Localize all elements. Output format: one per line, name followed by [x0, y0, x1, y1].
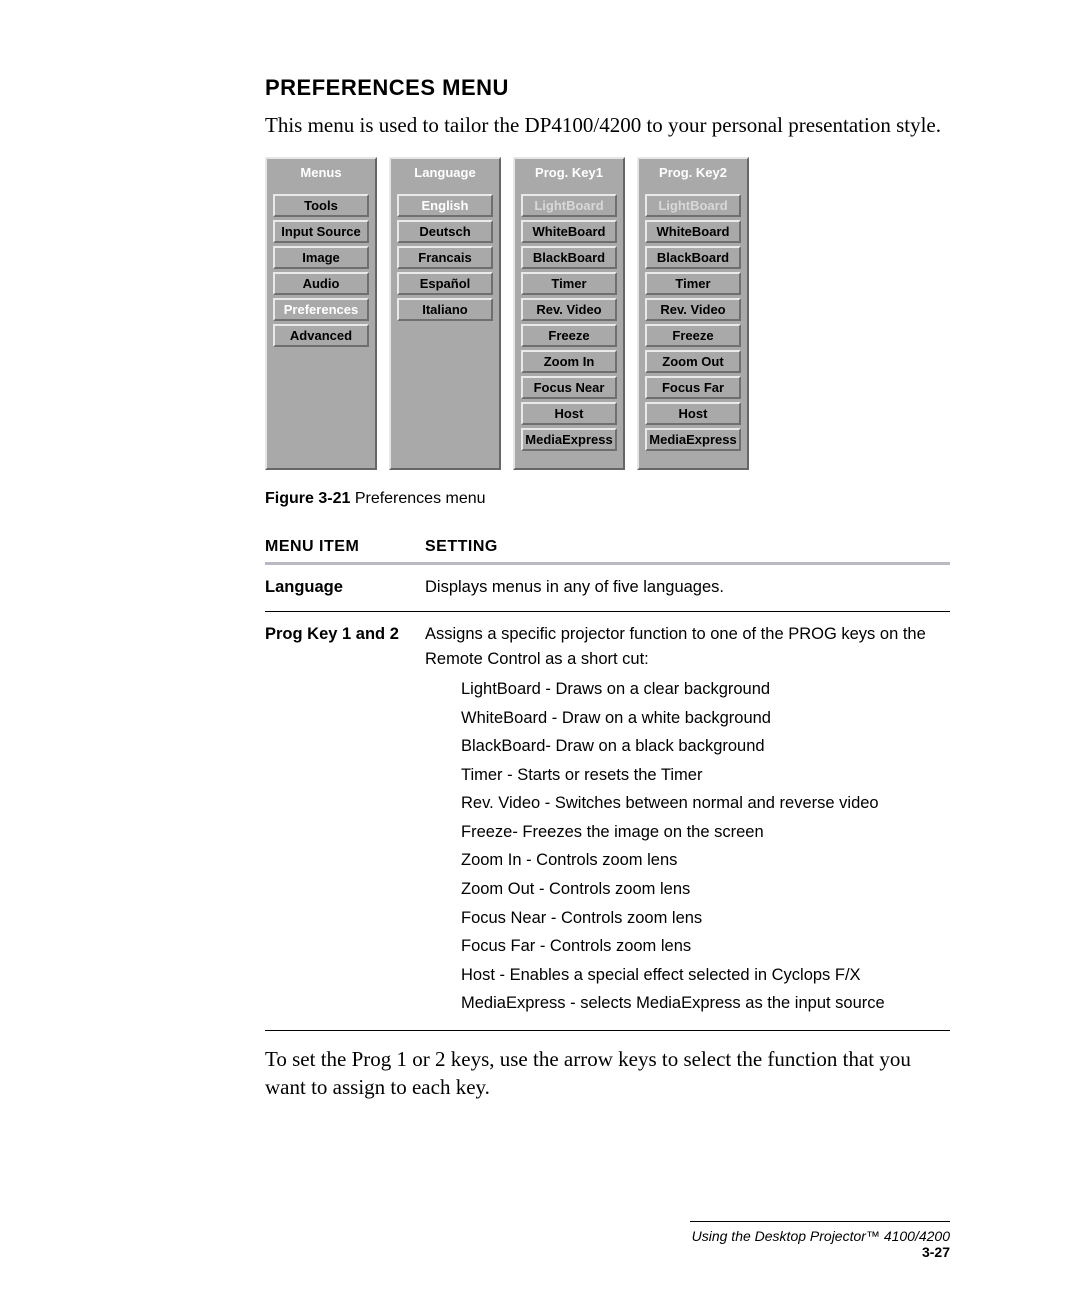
row-item-label: Prog Key 1 and 2 [265, 611, 425, 1030]
menu-column-language: Language English Deutsch Francais Españo… [389, 157, 501, 470]
table-row: Language Displays menus in any of five l… [265, 564, 950, 612]
row-setting: Displays menus in any of five languages. [425, 564, 950, 612]
figure-caption: Figure 3-21 Preferences menu [265, 490, 950, 508]
footer-title: Using the Desktop Projector™ 4100/4200 [692, 1228, 950, 1244]
section-heading: PREFERENCES MENU [265, 75, 950, 101]
menu-item[interactable]: Timer [521, 272, 617, 295]
intro-paragraph: This menu is used to tailor the DP4100/4… [265, 111, 950, 139]
menu-item[interactable]: Audio [273, 272, 369, 295]
menu-item[interactable]: Español [397, 272, 493, 295]
menu-item[interactable]: Freeze [645, 324, 741, 347]
table-row: Prog Key 1 and 2 Assigns a specific proj… [265, 611, 950, 1030]
menu-item[interactable]: Rev. Video [645, 298, 741, 321]
row-setting-lead: Assigns a specific projector function to… [425, 625, 926, 669]
menu-item[interactable]: Timer [645, 272, 741, 295]
menu-item[interactable]: Image [273, 246, 369, 269]
list-item: Zoom Out - Controls zoom lens [461, 877, 950, 903]
list-item: Rev. Video - Switches between normal and… [461, 791, 950, 817]
menu-column-prog-key1: Prog. Key1 LightBoard WhiteBoard BlackBo… [513, 157, 625, 470]
table-header-setting: SETTING [425, 538, 950, 564]
menu-column-prog-key2: Prog. Key2 LightBoard WhiteBoard BlackBo… [637, 157, 749, 470]
menu-item[interactable]: MediaExpress [645, 428, 741, 451]
menu-item[interactable]: Focus Near [521, 376, 617, 399]
menu-item[interactable]: Zoom Out [645, 350, 741, 373]
menu-item[interactable]: Zoom In [521, 350, 617, 373]
menu-item-selected[interactable]: LightBoard [521, 194, 617, 217]
menu-item-selected[interactable]: English [397, 194, 493, 217]
menu-item-selected[interactable]: Preferences [273, 298, 369, 321]
menu-item[interactable]: Tools [273, 194, 369, 217]
list-item: LightBoard - Draws on a clear background [461, 677, 950, 703]
menu-item[interactable]: Host [645, 402, 741, 425]
menu-item[interactable]: Host [521, 402, 617, 425]
menu-item[interactable]: Focus Far [645, 376, 741, 399]
list-item: Timer - Starts or resets the Timer [461, 763, 950, 789]
footer-page-number: 3-27 [922, 1244, 950, 1260]
menu-item[interactable]: Rev. Video [521, 298, 617, 321]
list-item: BlackBoard- Draw on a black background [461, 734, 950, 760]
list-item: MediaExpress - selects MediaExpress as t… [461, 991, 950, 1017]
menu-header: Prog. Key1 [518, 162, 620, 185]
menu-item[interactable]: Freeze [521, 324, 617, 347]
menu-item[interactable]: WhiteBoard [521, 220, 617, 243]
list-item: Focus Far - Controls zoom lens [461, 934, 950, 960]
menu-item[interactable]: Advanced [273, 324, 369, 347]
menu-item-selected[interactable]: LightBoard [645, 194, 741, 217]
menu-item[interactable]: Input Source [273, 220, 369, 243]
list-item: Host - Enables a special effect selected… [461, 963, 950, 989]
page-footer: Using the Desktop Projector™ 4100/4200 3… [265, 1221, 950, 1260]
list-item: Freeze- Freezes the image on the screen [461, 820, 950, 846]
row-item-label: Language [265, 564, 425, 612]
menu-item[interactable]: MediaExpress [521, 428, 617, 451]
figure-text: Preferences menu [355, 490, 486, 507]
table-header-menu-item: MENU ITEM [265, 538, 425, 564]
settings-table: MENU ITEM SETTING Language Displays menu… [265, 538, 950, 1030]
menu-item[interactable]: WhiteBoard [645, 220, 741, 243]
menu-header: Prog. Key2 [642, 162, 744, 185]
menu-column-menus: Menus Tools Input Source Image Audio Pre… [265, 157, 377, 470]
prog-key-functions-list: LightBoard - Draws on a clear background… [461, 677, 950, 1017]
menu-item[interactable]: Francais [397, 246, 493, 269]
figure-label: Figure 3-21 [265, 490, 350, 507]
menu-item[interactable]: Deutsch [397, 220, 493, 243]
list-item: Focus Near - Controls zoom lens [461, 906, 950, 932]
body-paragraph: To set the Prog 1 or 2 keys, use the arr… [265, 1045, 950, 1102]
list-item: WhiteBoard - Draw on a white background [461, 706, 950, 732]
menu-item[interactable]: BlackBoard [521, 246, 617, 269]
menu-header: Language [394, 162, 496, 185]
row-setting: Assigns a specific projector function to… [425, 611, 950, 1030]
preferences-menu-figure: Menus Tools Input Source Image Audio Pre… [265, 157, 950, 470]
menu-header: Menus [270, 162, 372, 185]
list-item: Zoom In - Controls zoom lens [461, 848, 950, 874]
menu-item[interactable]: BlackBoard [645, 246, 741, 269]
menu-item[interactable]: Italiano [397, 298, 493, 321]
